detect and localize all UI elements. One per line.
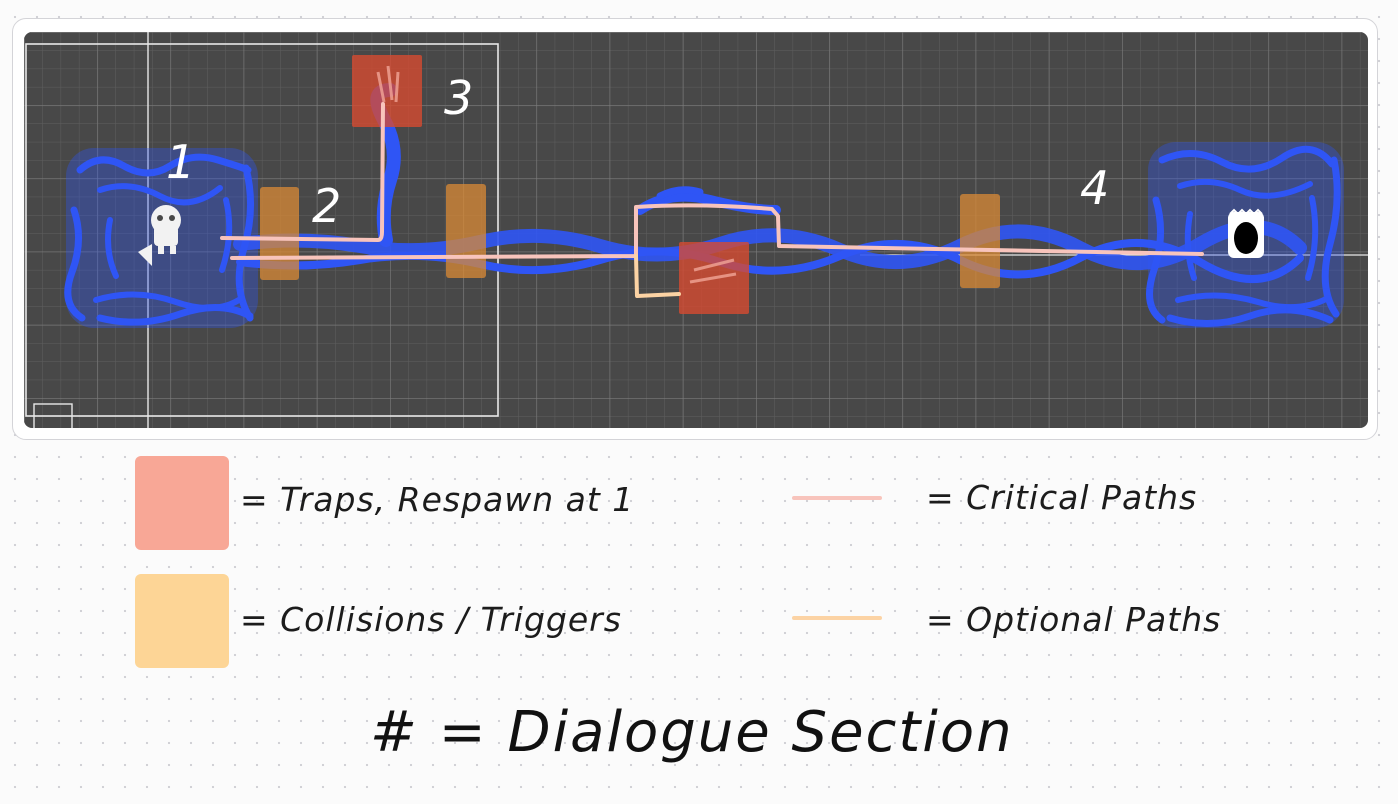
trigger-zone-2 (446, 184, 486, 278)
section-label-1: 1 (166, 135, 195, 189)
trap-zone-upper (352, 55, 422, 127)
traps-legend-text: = Traps, Respawn at 1 (240, 480, 635, 519)
collisions-legend-text: = Collisions / Triggers (240, 600, 622, 639)
critical-legend-text: = Critical Paths (926, 478, 1198, 517)
section-label-2: 2 (312, 179, 341, 233)
section-label-3: 3 (444, 71, 473, 125)
optional-legend-text: = Optional Paths (926, 600, 1222, 639)
dialogue-section-note: # = Dialogue Section (370, 700, 1014, 765)
level-map: 1 2 3 4 (24, 32, 1368, 428)
trigger-zone-3 (960, 194, 1000, 288)
trigger-zone-1 (260, 187, 299, 280)
exit-portal-icon (1228, 208, 1264, 258)
collisions-swatch (135, 574, 229, 668)
traps-swatch (135, 456, 229, 550)
critical-path-swatch (792, 496, 882, 500)
optional-path-swatch (792, 616, 882, 620)
section-label-4: 4 (1080, 161, 1109, 215)
